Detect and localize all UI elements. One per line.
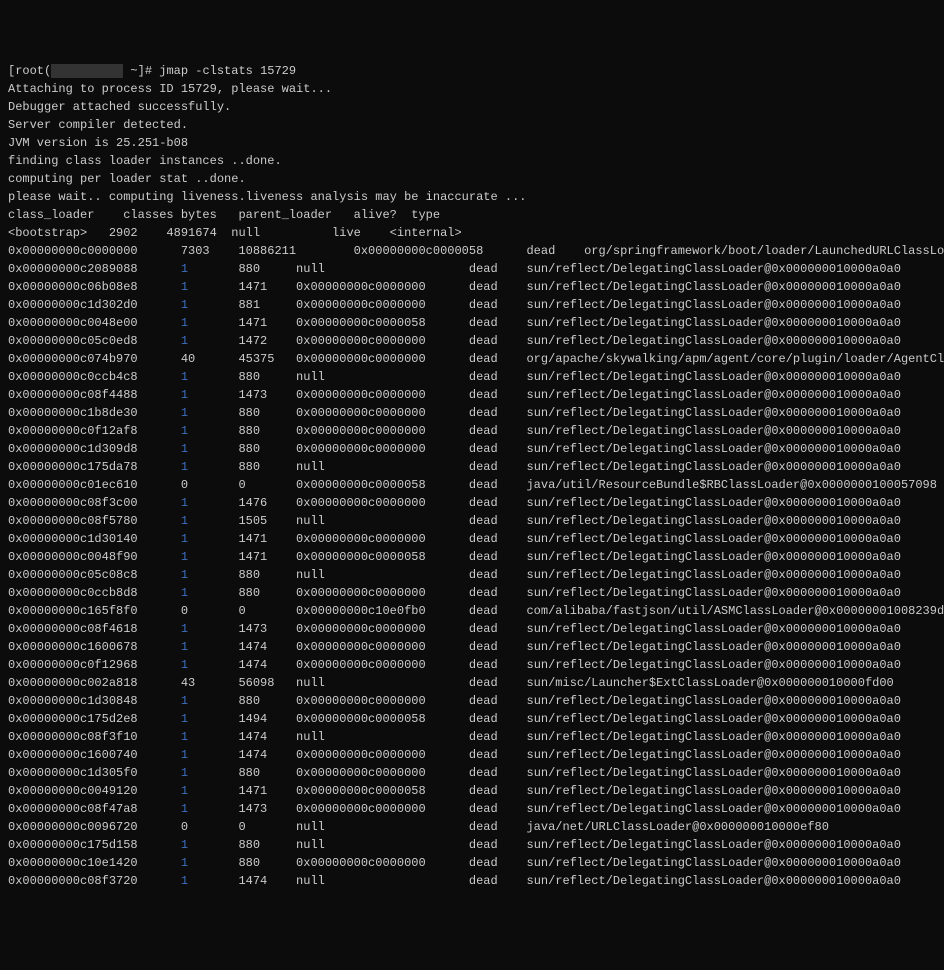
clstats-row: 0x00000000c08f47a8 1 1473 0x00000000c000… <box>8 800 936 818</box>
terminal-output: [root( ~]# jmap -clstats 15729 Attaching… <box>8 62 936 890</box>
clstats-row: 0x00000000c08f5780 1 1505 null dead sun/… <box>8 512 936 530</box>
clstats-row: 0x00000000c0000000 7303 10886211 0x00000… <box>8 242 936 260</box>
clstats-row: 0x00000000c1d305f0 1 880 0x00000000c0000… <box>8 764 936 782</box>
clstats-row: 0x00000000c1600678 1 1474 0x00000000c000… <box>8 638 936 656</box>
clstats-row: 0x00000000c1600740 1 1474 0x00000000c000… <box>8 746 936 764</box>
clstats-row: 0x00000000c0f12af8 1 880 0x00000000c0000… <box>8 422 936 440</box>
clstats-row: 0x00000000c2089088 1 880 null dead sun/r… <box>8 260 936 278</box>
clstats-row: 0x00000000c0ccb4c8 1 880 null dead sun/r… <box>8 368 936 386</box>
clstats-row: 0x00000000c175d158 1 880 null dead sun/r… <box>8 836 936 854</box>
clstats-row: 0x00000000c0049120 1 1471 0x00000000c000… <box>8 782 936 800</box>
clstats-row: 0x00000000c08f4488 1 1473 0x00000000c000… <box>8 386 936 404</box>
prompt-prefix: [root( <box>8 64 51 78</box>
clstats-row: 0x00000000c08f4618 1 1473 0x00000000c000… <box>8 620 936 638</box>
clstats-row: 0x00000000c175da78 1 880 null dead sun/r… <box>8 458 936 476</box>
clstats-row: 0x00000000c1d309d8 1 880 0x00000000c0000… <box>8 440 936 458</box>
prompt-host-redacted <box>51 64 123 78</box>
command-text: jmap -clstats 15729 <box>159 64 296 78</box>
clstats-row: 0x00000000c06b08e8 1 1471 0x00000000c000… <box>8 278 936 296</box>
clstats-row: 0x00000000c05c08c8 1 880 null dead sun/r… <box>8 566 936 584</box>
clstats-row: 0x00000000c175d2e8 1 1494 0x00000000c000… <box>8 710 936 728</box>
clstats-rows: <bootstrap> 2902 4891674 null live <inte… <box>8 224 936 890</box>
clstats-row: 0x00000000c10e1420 1 880 0x00000000c0000… <box>8 854 936 872</box>
clstats-row: 0x00000000c1b8de30 1 880 0x00000000c0000… <box>8 404 936 422</box>
clstats-row: 0x00000000c01ec610 0 0 0x00000000c000005… <box>8 476 936 494</box>
clstats-row: 0x00000000c074b970 40 45375 0x00000000c0… <box>8 350 936 368</box>
clstats-row: 0x00000000c1d30140 1 1471 0x00000000c000… <box>8 530 936 548</box>
clstats-row: 0x00000000c0096720 0 0 null dead java/ne… <box>8 818 936 836</box>
clstats-row: 0x00000000c1d302d0 1 881 0x00000000c0000… <box>8 296 936 314</box>
clstats-row: 0x00000000c1d30848 1 880 0x00000000c0000… <box>8 692 936 710</box>
clstats-row: 0x00000000c0ccb8d8 1 880 0x00000000c0000… <box>8 584 936 602</box>
clstats-row: 0x00000000c08f3f10 1 1474 null dead sun/… <box>8 728 936 746</box>
clstats-row: 0x00000000c0f12968 1 1474 0x00000000c000… <box>8 656 936 674</box>
clstats-row: 0x00000000c165f8f0 0 0 0x00000000c10e0fb… <box>8 602 936 620</box>
clstats-row: 0x00000000c05c0ed8 1 1472 0x00000000c000… <box>8 332 936 350</box>
clstats-row: 0x00000000c002a818 43 56098 null dead su… <box>8 674 936 692</box>
clstats-row: 0x00000000c0048f90 1 1471 0x00000000c000… <box>8 548 936 566</box>
clstats-row: 0x00000000c08f3c00 1 1476 0x00000000c000… <box>8 494 936 512</box>
prompt-suffix: ~]# <box>123 64 159 78</box>
clstats-row: <bootstrap> 2902 4891674 null live <inte… <box>8 224 936 242</box>
clstats-row: 0x00000000c08f3720 1 1474 null dead sun/… <box>8 872 936 890</box>
clstats-row: 0x00000000c0048e00 1 1471 0x00000000c000… <box>8 314 936 332</box>
preamble-block: Attaching to process ID 15729, please wa… <box>8 80 936 224</box>
